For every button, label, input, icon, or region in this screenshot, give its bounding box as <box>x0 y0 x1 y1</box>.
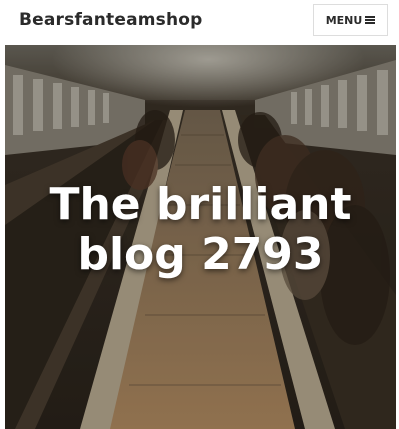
site-title-link[interactable]: Bearsfanteamshop <box>19 10 203 30</box>
hero-banner: The brilliant blog 2793 <box>5 45 396 429</box>
hero-title-line1: The brilliant <box>49 179 352 230</box>
menu-button[interactable]: MENU <box>313 4 388 36</box>
menu-button-label: MENU <box>325 13 363 27</box>
hamburger-icon <box>365 16 376 24</box>
site-header: Bearsfanteamshop MENU <box>0 0 399 43</box>
hero-title[interactable]: The brilliant blog 2793 <box>5 180 396 280</box>
hero-title-line2: blog 2793 <box>77 229 324 280</box>
